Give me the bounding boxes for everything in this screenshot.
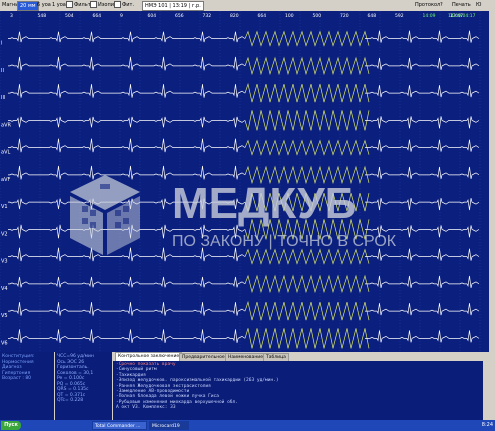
amp-label[interactable]: 6 уоа [37,1,51,10]
ecg-trace-post [365,30,480,43]
protocol-button[interactable]: Протокол [415,1,440,10]
conclusion-scrollbar[interactable] [484,352,495,420]
record-field[interactable]: НМЭ 101 | 13:19 | г.р. [142,1,204,11]
lead-label: V2 [1,231,8,237]
time-label: 604 [148,13,157,19]
time-label: 548 [38,13,47,19]
watermark-subtitle: ПО ЗАКОНУ | ТОЧНО В СРОК [172,233,397,250]
conclusion-tabs: Контрольное заключение Предварительное Н… [113,352,489,361]
ecg-trace-normal [8,138,246,153]
time-label: 720 [340,13,349,19]
lead-label: aVF [1,177,10,183]
tab-preliminary[interactable]: Предварительное [179,353,228,361]
ecg-trace-tachycardia [244,274,370,294]
ecg-trace-normal [8,276,246,288]
ecg-trace-tachycardia [244,82,370,103]
ecg-trace-post [365,139,480,152]
checkbox-icon [90,1,97,8]
ecg-trace-normal [8,31,246,43]
ecg-trace-tachycardia [244,56,370,76]
mag-select[interactable]: 20 мм [17,1,39,11]
lead-label: V3 [1,259,8,265]
ecg-trace-normal [8,56,246,71]
ecg-trace-tachycardia [244,139,370,156]
print-button[interactable]: Печать [452,1,471,10]
patient-line: Возраст : 80 [2,376,32,381]
tab-naming[interactable]: Наименование [225,353,266,361]
vertical-scrollbar[interactable] [489,11,495,352]
watermark-logo: МЕДКУБ ПО ЗАКОНУ | ТОЧНО В СРОК [70,175,397,255]
time-label: 9 [120,13,123,19]
unit-icon[interactable]: Ю [476,1,481,10]
lead-label: III [1,95,5,101]
lead-label: aVR [1,122,11,128]
measurement-line: QTc= 0.228 [57,398,84,403]
ecg-trace-tachycardia [244,328,370,349]
ecg-trace-post [365,116,480,129]
time-label: 656 [175,13,184,19]
time-label: 592 [395,13,404,19]
ecg-trace-normal [8,329,246,343]
lead-label: V5 [1,313,8,319]
time-highlight-label: 14:09:04:17 [448,13,476,19]
ecg-trace-post [365,330,480,343]
checkbox-icon [114,1,121,8]
ecg-trace-post [365,57,480,70]
start-button[interactable]: Пуск [1,421,21,430]
lead-label: V1 [1,204,8,210]
ecg-trace-normal [8,302,246,316]
lead-label: V4 [1,286,8,292]
ecg-trace-tachycardia [244,110,370,131]
gain-label[interactable]: 1 уоа [52,1,66,10]
tab-control-conclusion[interactable]: Контрольное заключение [115,352,183,361]
checkbox-icon [66,1,73,8]
time-label: 664 [258,13,267,19]
time-label: 100 [285,13,294,19]
time-label: 504 [65,13,74,19]
patient-info-panel: Конституция: Нормостения Диагноз Гиперто… [0,352,54,420]
lead-label: aVL [1,150,10,156]
lead-label: II [1,68,4,74]
time-label: 732 [203,13,212,19]
conclusion-line: А окт V3. Комплекс: 33 [116,405,176,411]
lead-label: V6 [1,340,8,346]
ecg-trace-tachycardia [244,300,370,321]
watermark-title: МЕДКУБ [172,179,356,228]
time-label: 3 [10,13,13,19]
ecg-trace-post [365,303,480,316]
tab-table[interactable]: Таблица [263,353,289,361]
ecg-trace-post [365,85,480,98]
ecg-trace-tachycardia [244,30,370,47]
filter3-toggle[interactable]: Фит. [114,1,134,10]
time-label: 14:09 [423,13,436,19]
task-total-commander[interactable]: Total Commander ... [92,421,147,430]
time-label: 500 [313,13,322,19]
lead-label: I [1,41,2,47]
measurements-panel: ЧСС=96 уд/мин Ось ЭОС 26 Горизонталь. Со… [55,352,112,420]
help-icon[interactable]: ? [440,1,443,10]
task-microcard[interactable]: Microcard19 [149,421,189,430]
ecg-trace-normal [8,84,246,98]
time-label: 820 [230,13,239,19]
bottom-panel: Конституция: Нормостения Диагноз Гиперто… [0,352,495,420]
ecg-trace-normal [8,116,246,128]
time-label: 664 [93,13,102,19]
ecg-trace-post [365,275,480,288]
taskbar: Пуск Total Commander ... Microcard19 8:2… [0,420,495,431]
conclusion-text[interactable]: -Срочно показать врачу -Синусовый ритм -… [113,361,483,420]
clock: 8:24 [481,422,493,428]
time-label: 648 [368,13,377,19]
